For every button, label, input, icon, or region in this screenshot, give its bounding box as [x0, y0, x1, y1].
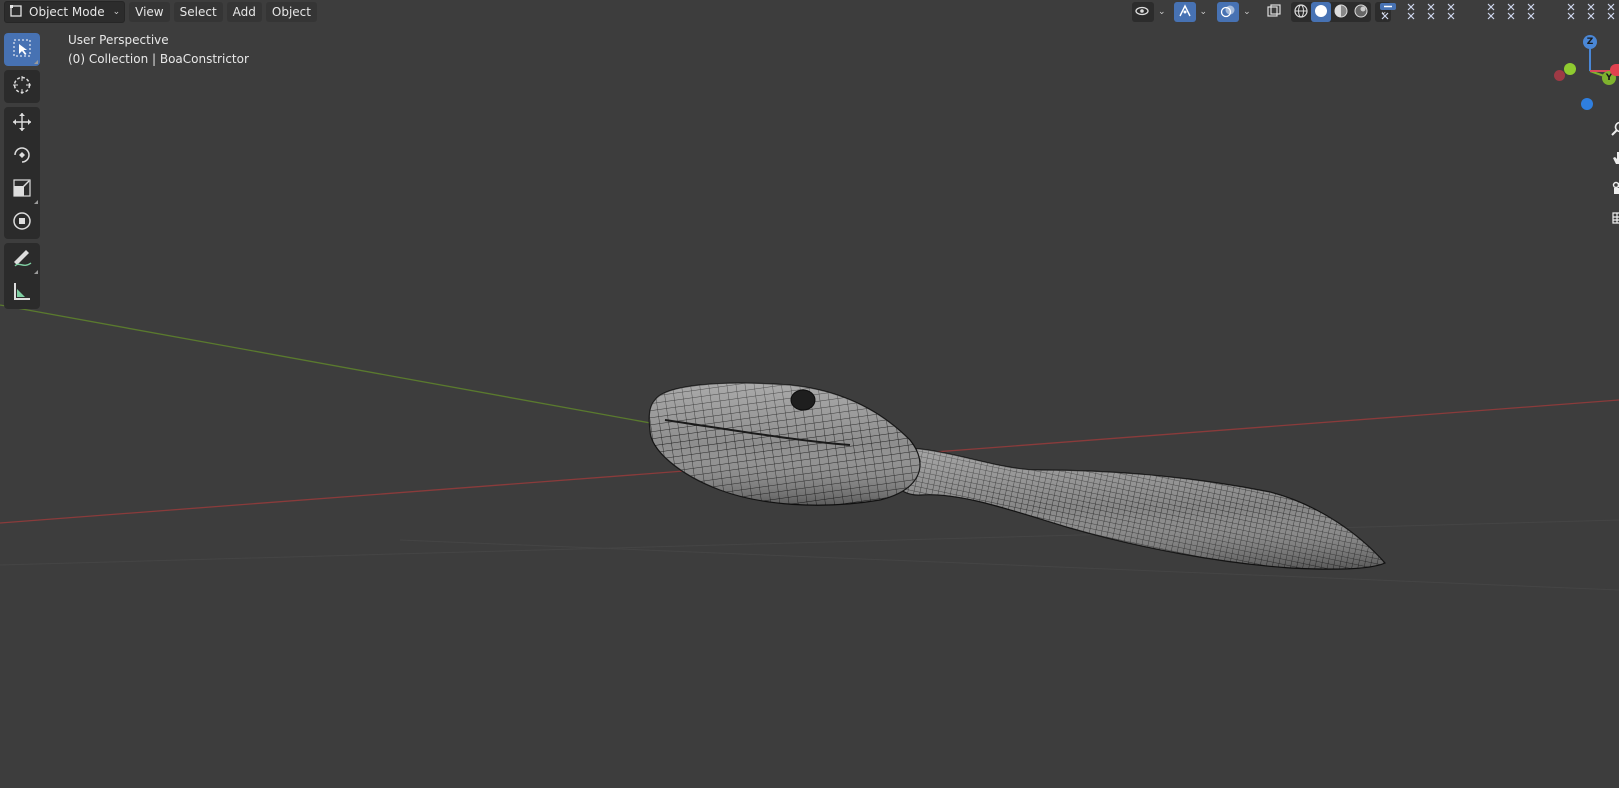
- gizmo-neg-z-axis[interactable]: [1581, 98, 1593, 110]
- measure-tool[interactable]: [4, 276, 40, 309]
- pan-button[interactable]: [1607, 148, 1619, 170]
- header-extra-icons: [1378, 2, 1618, 22]
- measure-icon: [11, 280, 33, 305]
- chevron-down-icon[interactable]: ⌄: [1200, 7, 1208, 17]
- material-shading-button[interactable]: [1331, 2, 1351, 22]
- xray-icon: [1266, 3, 1282, 22]
- select-box-tool[interactable]: [4, 33, 40, 66]
- menu-add[interactable]: Add: [226, 2, 262, 22]
- annotate-icon: [11, 247, 33, 272]
- navigation-gizmo[interactable]: Z Y: [1554, 34, 1619, 114]
- left-toolbar: [4, 33, 40, 313]
- scale-icon: [11, 177, 33, 202]
- tool-options-indicator: [34, 200, 38, 204]
- menu-object[interactable]: Object: [265, 2, 317, 22]
- chevron-down-icon: ⌄: [112, 7, 121, 17]
- collection-info: (0) Collection | BoaConstrictor: [68, 52, 249, 66]
- mode-selector[interactable]: Object Mode ⌄: [4, 1, 126, 23]
- pan-icon: [1610, 150, 1619, 169]
- tool-options-indicator: [34, 60, 38, 64]
- chevron-down-icon[interactable]: ⌄: [1158, 7, 1166, 17]
- snake-mesh: [648, 382, 1386, 570]
- toolbar-group-cursor: [4, 70, 40, 103]
- toolbar-group-transform: [4, 107, 40, 239]
- transform-tool[interactable]: [4, 206, 40, 239]
- ortho-toggle-button[interactable]: [1607, 208, 1619, 230]
- gizmo-neg-y-axis[interactable]: [1564, 63, 1576, 75]
- wireframe-shading-icon: [1293, 3, 1309, 22]
- gizmo-toggle[interactable]: [1173, 2, 1196, 22]
- toolbar-group-select: [4, 33, 40, 66]
- camera-icon: [1610, 180, 1619, 199]
- zoom-button[interactable]: [1607, 119, 1619, 141]
- viewport-3d[interactable]: [0, 0, 1619, 788]
- ortho-grid-icon: [1610, 210, 1619, 229]
- annotate-tool[interactable]: [4, 243, 40, 276]
- snake-eye: [790, 389, 816, 411]
- cursor-icon: [11, 74, 33, 99]
- menu-select[interactable]: Select: [173, 2, 223, 22]
- tool-options-indicator: [34, 270, 38, 274]
- zoom-icon: [1610, 121, 1619, 140]
- visibility-dropdown[interactable]: [1132, 2, 1154, 22]
- overlay-icon: [1220, 3, 1236, 22]
- chevron-down-icon[interactable]: ⌄: [1243, 7, 1251, 17]
- xray-toggle[interactable]: [1263, 2, 1285, 22]
- select-box-icon: [11, 37, 33, 62]
- move-tool[interactable]: [4, 107, 40, 140]
- object-mode-icon: [9, 4, 23, 21]
- gizmo-neg-x-axis[interactable]: [1554, 70, 1565, 81]
- gizmo-x-axis[interactable]: [1610, 64, 1619, 76]
- move-icon: [11, 111, 33, 136]
- gizmo-icon: [1177, 3, 1193, 22]
- rendered-shading-button[interactable]: [1351, 2, 1371, 22]
- shading-modes: [1290, 2, 1371, 22]
- wireframe-shading-button[interactable]: [1291, 2, 1311, 22]
- overlay-toggle[interactable]: [1217, 2, 1240, 22]
- menu-view[interactable]: View: [129, 2, 170, 22]
- rendered-shading-icon: [1353, 3, 1369, 22]
- solid-shading-button[interactable]: [1310, 2, 1331, 22]
- transform-icon: [11, 210, 33, 235]
- rotate-tool[interactable]: [4, 140, 40, 173]
- scale-tool[interactable]: [4, 173, 40, 206]
- y-axis-line: [0, 304, 701, 433]
- header-left: Object Mode ⌄ View Select Add Object: [4, 1, 317, 23]
- header-right: ⌄ ⌄ ⌄ ⌄: [1132, 1, 1391, 23]
- view-name: User Perspective: [68, 33, 169, 47]
- solid-shading-icon: [1313, 3, 1329, 22]
- toolbar-group-annotate: [4, 243, 40, 309]
- rotate-icon: [11, 144, 33, 169]
- camera-view-button[interactable]: [1607, 178, 1619, 200]
- gizmo-z-axis[interactable]: Z: [1583, 35, 1597, 49]
- visibility-icon: [1135, 3, 1151, 22]
- mode-label: Object Mode: [29, 5, 105, 19]
- material-shading-icon: [1333, 3, 1349, 22]
- cursor-tool[interactable]: [4, 70, 40, 103]
